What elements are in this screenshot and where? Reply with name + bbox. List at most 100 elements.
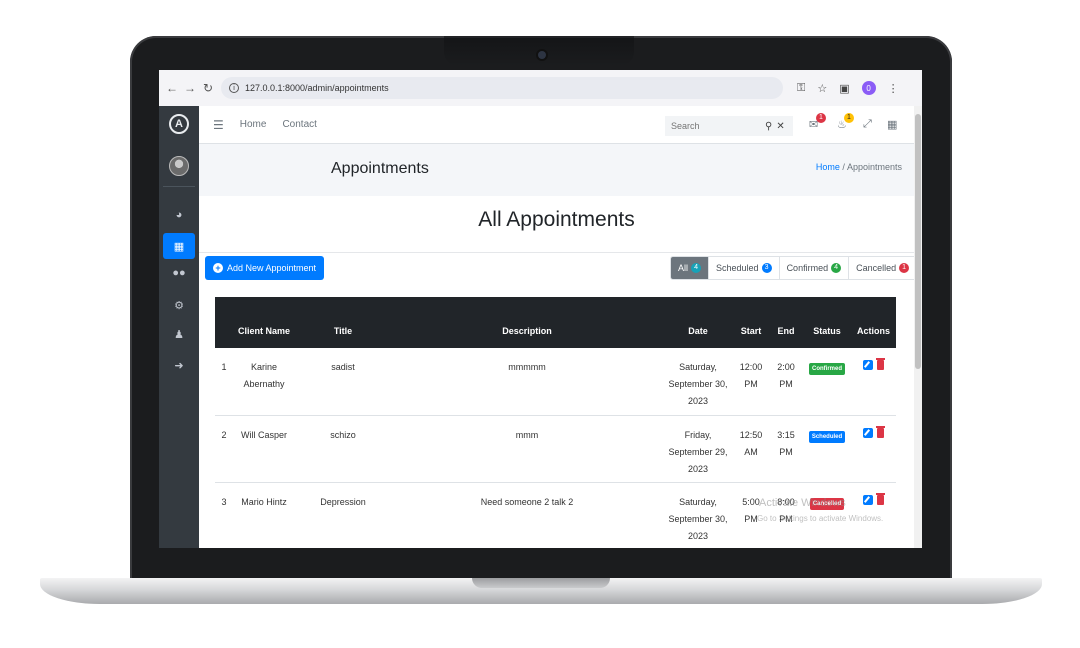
close-icon[interactable]: ✕ bbox=[776, 121, 784, 132]
fullscreen-icon[interactable]: ⤢ bbox=[863, 118, 872, 131]
trash-icon[interactable] bbox=[876, 492, 885, 505]
add-appointment-button[interactable]: + Add New Appointment bbox=[205, 256, 325, 280]
sidebar-item-settings[interactable]: ⚙ bbox=[159, 292, 199, 318]
notifications-badge: 1 bbox=[844, 113, 854, 123]
gear-icon: ⚙ bbox=[174, 299, 184, 312]
appointments-card: All Appointments + Add New Appointment A… bbox=[199, 196, 918, 548]
table-row: 1 Karine Abernathy sadist mmmmm Saturday… bbox=[215, 348, 896, 416]
filter-label: Cancelled bbox=[856, 263, 897, 273]
date-cell: Friday, September 29, 2023 bbox=[663, 415, 733, 483]
user-icon: ♟ bbox=[174, 328, 184, 341]
edit-icon[interactable] bbox=[863, 360, 873, 370]
nav-home-link[interactable]: Home bbox=[240, 119, 267, 130]
edit-icon[interactable] bbox=[863, 494, 873, 505]
extensions-icon[interactable]: ▣ bbox=[839, 82, 849, 95]
filter-scheduled-button[interactable]: Scheduled 3 bbox=[708, 257, 779, 279]
filter-count-badge: 3 bbox=[761, 263, 772, 273]
nav-contact-link[interactable]: Contact bbox=[282, 119, 316, 130]
breadcrumb-separator: / bbox=[842, 162, 845, 172]
date-cell: Saturday, September 30, 2023 bbox=[663, 482, 733, 548]
status-badge: Confirmed bbox=[809, 363, 845, 375]
notifications-icon[interactable]: ♨ 1 bbox=[837, 113, 854, 131]
column-header-end[interactable]: End bbox=[769, 297, 803, 348]
key-icon[interactable]: ⚿ bbox=[797, 82, 805, 95]
appointments-table: Client Name Title Description Date Start… bbox=[215, 297, 896, 548]
row-number: 2 bbox=[215, 415, 233, 483]
start-cell: 12:00 PM bbox=[733, 348, 769, 416]
content-header: Appointments Home / Appointments bbox=[199, 144, 914, 196]
sign-out-icon: ➜ bbox=[174, 359, 184, 372]
breadcrumb: Home / Appointments bbox=[816, 162, 902, 172]
card-divider bbox=[199, 252, 914, 253]
sidebar-item-users[interactable]: ●● bbox=[159, 260, 199, 286]
actions-cell bbox=[851, 348, 896, 416]
menu-toggle-icon[interactable]: ☰ bbox=[213, 118, 224, 132]
reload-icon[interactable]: ↻ bbox=[199, 81, 217, 95]
filter-cancelled-button[interactable]: Cancelled 1 bbox=[848, 257, 917, 279]
bookmark-star-icon[interactable]: ☆ bbox=[817, 82, 827, 95]
title-cell: sadist bbox=[295, 348, 391, 416]
screen: ← → ↻ i 127.0.0.1:8000/admin/appointment… bbox=[159, 70, 922, 548]
title-cell: schizo bbox=[295, 415, 391, 483]
end-cell: 3:15 PM bbox=[769, 415, 803, 483]
column-header-description[interactable]: Description bbox=[391, 297, 663, 348]
site-info-icon[interactable]: i bbox=[229, 83, 239, 93]
column-header-actions: Actions bbox=[851, 297, 896, 348]
status-cell: Confirmed bbox=[803, 348, 851, 416]
status-badge: Scheduled bbox=[808, 430, 846, 443]
messages-icon[interactable]: ✉ 1 bbox=[809, 113, 826, 131]
sidebar-item-dashboard[interactable]: ◕ bbox=[159, 202, 199, 228]
user-avatar[interactable] bbox=[169, 156, 189, 176]
back-arrow-icon[interactable]: ← bbox=[163, 81, 181, 95]
title-cell: Depression bbox=[295, 482, 391, 548]
apps-grid-icon[interactable]: ▦ bbox=[887, 118, 897, 131]
scrollbar-thumb[interactable] bbox=[915, 114, 921, 369]
search-input[interactable] bbox=[671, 121, 761, 131]
sidebar-item-profile[interactable]: ♟ bbox=[159, 321, 199, 347]
column-header-start[interactable]: Start bbox=[733, 297, 769, 348]
windows-activation-subtext: Go to Settings to activate Windows. bbox=[757, 514, 884, 523]
sidebar-item-logout[interactable]: ➜ bbox=[159, 352, 199, 378]
profile-avatar[interactable]: 0 bbox=[861, 81, 876, 95]
column-header-date[interactable]: Date bbox=[663, 297, 733, 348]
url-text: 127.0.0.1:8000/admin/appointments bbox=[245, 83, 389, 93]
column-header-client[interactable]: Client Name bbox=[233, 297, 295, 348]
column-header-title[interactable]: Title bbox=[295, 297, 391, 348]
start-cell: 12:50 AM bbox=[733, 415, 769, 483]
app-logo[interactable]: A bbox=[169, 114, 189, 134]
address-bar[interactable]: i 127.0.0.1:8000/admin/appointments bbox=[221, 77, 783, 99]
laptop-base-groove bbox=[472, 578, 610, 588]
page-scrollbar[interactable] bbox=[914, 106, 922, 548]
forward-arrow-icon[interactable]: → bbox=[181, 81, 199, 95]
sidebar-divider bbox=[163, 186, 195, 187]
dashboard-icon: ◕ bbox=[175, 209, 183, 221]
browser-menu-icon[interactable]: ⋮ bbox=[888, 82, 899, 95]
actions-cell bbox=[851, 415, 896, 483]
trash-icon[interactable] bbox=[876, 425, 885, 438]
trash-icon[interactable] bbox=[876, 358, 885, 370]
date-cell: Saturday, September 30, 2023 bbox=[663, 348, 733, 416]
messages-badge: 1 bbox=[816, 113, 826, 123]
row-number: 1 bbox=[215, 348, 233, 416]
filter-count-badge: 4 bbox=[691, 263, 702, 273]
page-title: Appointments bbox=[331, 160, 429, 177]
edit-icon[interactable] bbox=[863, 427, 873, 438]
table-row: 2 Will Casper schizo mmm Friday, Septemb… bbox=[215, 415, 896, 483]
search-icon[interactable]: ⚲ bbox=[765, 121, 772, 132]
end-cell: 2:00 PM bbox=[769, 348, 803, 416]
top-navbar: ☰ Home Contact ⚲ ✕ ✉1 ♨1 ⤢ ▦ bbox=[199, 106, 914, 144]
filter-label: Confirmed bbox=[786, 263, 829, 273]
windows-activation-watermark: Activate Windows bbox=[759, 497, 846, 509]
card-title: All Appointments bbox=[478, 208, 635, 231]
filter-confirmed-button[interactable]: Confirmed 4 bbox=[778, 257, 849, 279]
breadcrumb-home-link[interactable]: Home bbox=[816, 162, 840, 172]
column-header-status[interactable]: Status bbox=[803, 297, 851, 348]
filter-count-badge: 4 bbox=[831, 263, 842, 273]
row-number: 3 bbox=[215, 482, 233, 548]
breadcrumb-current: Appointments bbox=[846, 162, 902, 172]
filter-all-button[interactable]: All 4 bbox=[671, 257, 709, 279]
sidebar-item-appointments[interactable]: ▦ bbox=[163, 233, 195, 259]
status-cell: Scheduled bbox=[803, 415, 851, 483]
webcam bbox=[538, 51, 546, 59]
navbar-search: ⚲ ✕ bbox=[665, 116, 793, 136]
